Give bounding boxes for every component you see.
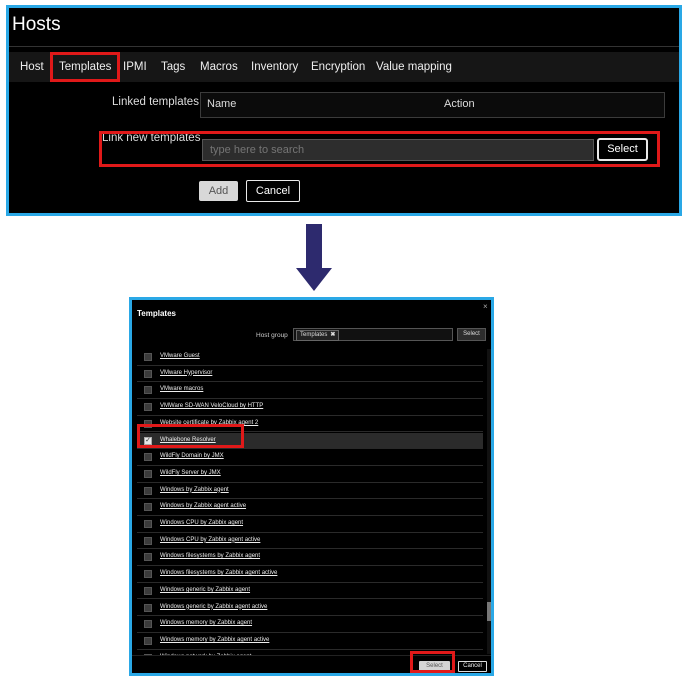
checkbox[interactable] [144,369,152,378]
host-group-multiselect[interactable]: Templates ✖ [293,328,453,341]
scrollbar-thumb[interactable] [487,602,491,621]
dialog-title: Templates [137,309,176,318]
template-link[interactable]: Windows memory by Zabbix agent [160,620,252,626]
checkbox[interactable] [144,453,152,462]
dialog-select-highlight [410,651,455,673]
template-row[interactable]: Windows CPU by Zabbix agent active [137,533,483,550]
template-row[interactable]: Windows generic by Zabbix agent active [137,600,483,617]
tab-tags[interactable]: Tags [161,52,185,82]
checkbox[interactable] [144,353,152,361]
checkbox[interactable] [144,486,152,495]
tab-bar: Host Templates IPMI Tags Macros Inventor… [9,52,679,82]
host-group-label: Host group [256,332,288,339]
template-row[interactable]: Windows CPU by Zabbix agent [137,516,483,533]
checkbox[interactable] [144,586,152,595]
dialog-cancel-button[interactable]: Cancel [458,661,487,672]
template-link[interactable]: WildFly Server by JMX [160,470,221,476]
checkbox[interactable] [144,403,152,412]
checkbox[interactable] [144,553,152,562]
template-row[interactable]: Windows filesystems by Zabbix agent acti… [137,566,483,583]
template-link[interactable]: WildFly Domain by JMX [160,453,224,459]
checkbox[interactable] [144,386,152,395]
template-link[interactable]: Windows filesystems by Zabbix agent acti… [160,570,277,576]
tab-encryption[interactable]: Encryption [311,52,365,82]
template-row[interactable]: Windows memory by Zabbix agent [137,616,483,633]
hosts-panel: Hosts Host Templates IPMI Tags Macros In… [6,5,682,216]
template-row[interactable]: VMware macros [137,382,483,400]
template-row[interactable]: VMWare SD-WAN VeloCloud by HTTP [137,399,483,416]
templates-dialog: Templates × Host group Templates ✖ Select… [129,297,494,676]
template-link[interactable]: Windows memory by Zabbix agent active [160,637,269,643]
template-link[interactable]: VMware macros [160,386,203,392]
tab-templates[interactable]: Templates [50,52,121,82]
template-row[interactable]: Windows generic by Zabbix agent [137,583,483,600]
checkbox[interactable] [144,603,152,612]
remove-chip-icon[interactable]: ✖ [330,332,335,338]
template-link[interactable]: VMware Guest [160,353,200,359]
template-row[interactable]: Windows by Zabbix agent active [137,499,483,516]
tab-value-mapping[interactable]: Value mapping [376,52,452,82]
tab-ipmi[interactable]: IPMI [123,52,147,82]
tab-inventory[interactable]: Inventory [251,52,298,82]
template-link[interactable]: Windows filesystems by Zabbix agent [160,553,260,559]
column-header-name: Name [207,98,237,110]
template-list: VMware Guest VMware Hypervisor VMware macr… [137,349,483,655]
template-link[interactable]: Windows generic by Zabbix agent active [160,604,267,610]
column-header-action: Action [444,98,475,110]
checkbox[interactable] [144,620,152,629]
template-link[interactable]: Windows CPU by Zabbix agent [160,520,243,526]
host-group-chip-label: Templates [300,332,328,338]
link-new-templates-highlight [99,131,660,167]
template-row[interactable]: Windows memory by Zabbix agent active [137,633,483,650]
template-row[interactable]: VMware Guest [137,349,483,366]
host-group-select-button[interactable]: Select [457,328,486,341]
template-row[interactable]: Windows by Zabbix agent [137,483,483,500]
checkbox[interactable] [144,520,152,528]
close-icon[interactable]: × [483,302,488,311]
tab-macros[interactable]: Macros [200,52,238,82]
linked-templates-label: Linked templates [112,96,199,108]
template-link[interactable]: Windows by Zabbix agent [160,487,229,493]
title-divider [9,46,679,47]
tab-host[interactable]: Host [20,52,44,82]
page-title: Hosts [12,14,61,35]
checkbox[interactable] [144,503,152,512]
checkbox[interactable] [144,536,152,545]
checkbox[interactable] [144,570,152,579]
template-link[interactable]: Windows generic by Zabbix agent [160,587,250,593]
template-link[interactable]: VMWare SD-WAN VeloCloud by HTTP [160,403,263,409]
host-group-chip: Templates ✖ [296,330,340,341]
checkbox[interactable] [144,636,152,645]
checkbox[interactable] [144,469,152,478]
down-arrow-icon [296,224,332,291]
add-button[interactable]: Add [199,181,238,201]
linked-templates-table: Name Action [200,92,665,118]
template-link[interactable]: Windows by Zabbix agent active [160,503,246,509]
cancel-button[interactable]: Cancel [246,180,300,202]
template-link[interactable]: VMware Hypervisor [160,370,212,376]
template-row[interactable]: Windows filesystems by Zabbix agent [137,549,483,567]
selected-template-highlight [137,424,244,448]
template-link[interactable]: Windows CPU by Zabbix agent active [160,537,260,543]
template-row[interactable]: VMware Hypervisor [137,366,483,383]
template-row[interactable]: WildFly Server by JMX [137,466,483,483]
template-row[interactable]: WildFly Domain by JMX [137,449,483,466]
